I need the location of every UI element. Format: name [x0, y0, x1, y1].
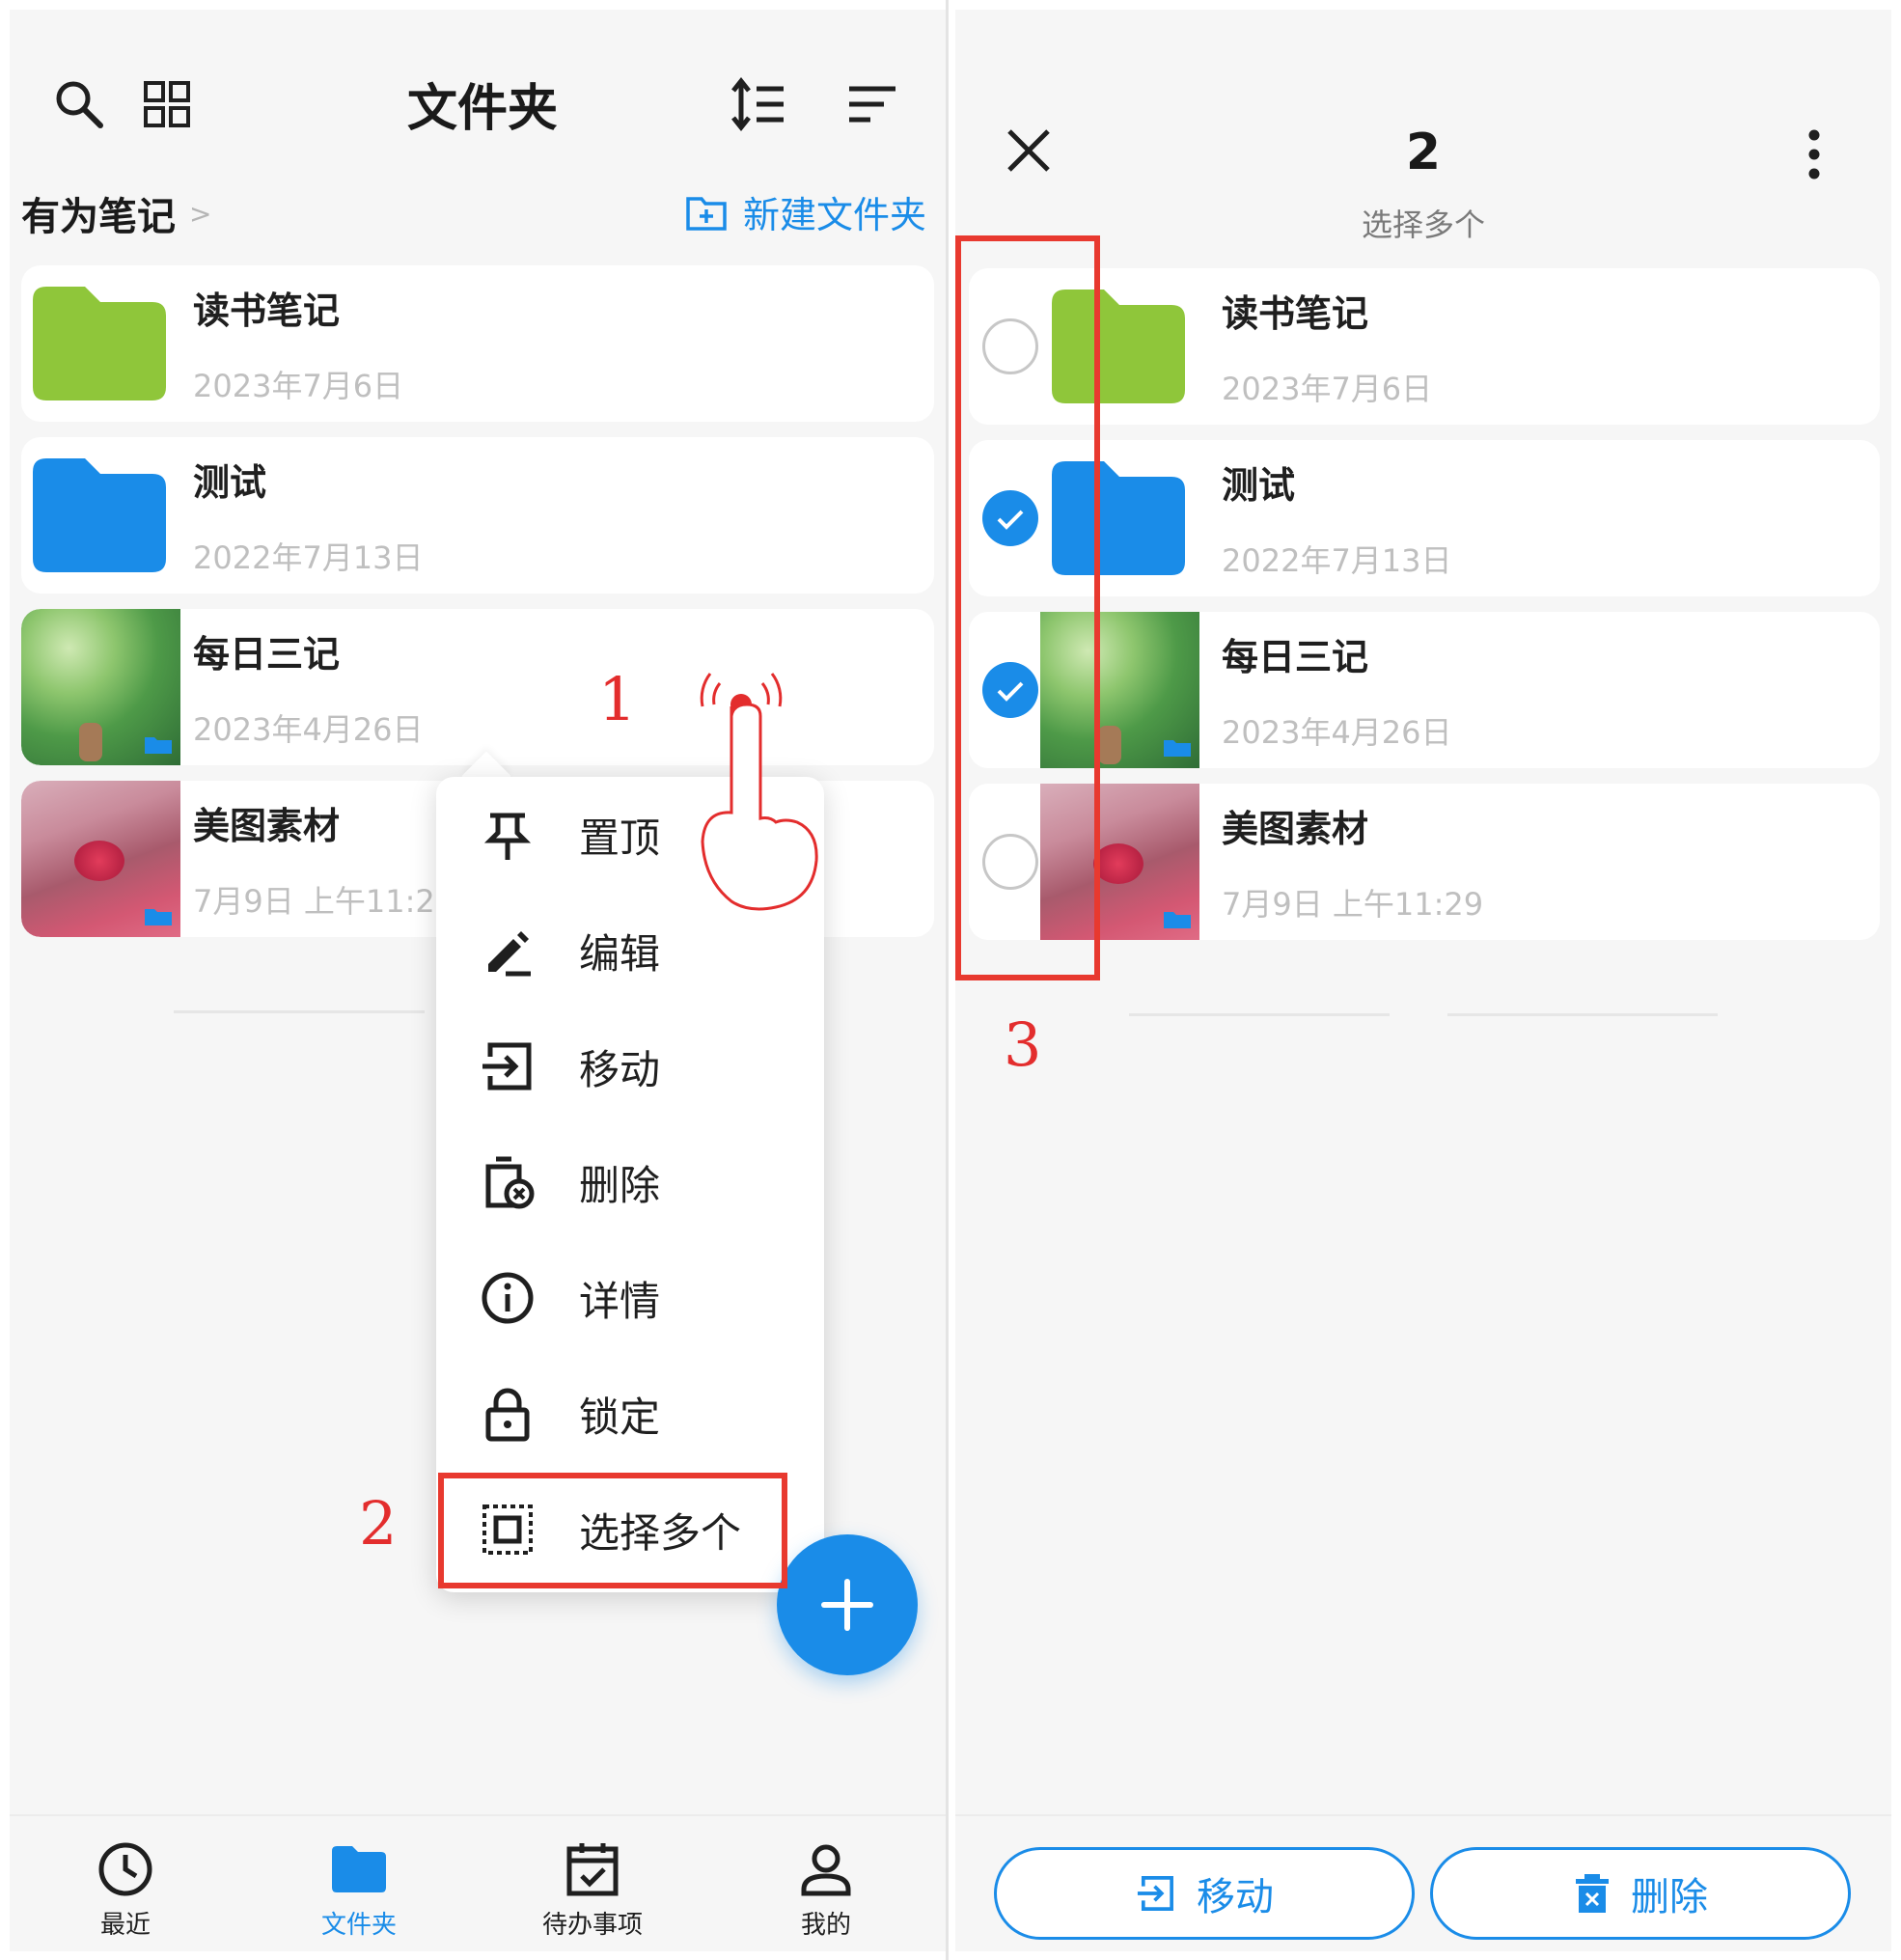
lock-icon — [485, 1388, 530, 1442]
selection-mode-subtitle: 选择多个 — [1361, 207, 1485, 243]
folder-badge-icon — [1164, 740, 1191, 757]
menu-item-label: 编辑 — [579, 929, 661, 978]
delete-icon — [485, 1156, 535, 1209]
item-date: 2023年4月26日 — [1222, 714, 1452, 751]
highlight-checkboxes — [955, 235, 1100, 980]
menu-item-label: 锁定 — [579, 1393, 661, 1441]
info-icon — [482, 1272, 534, 1324]
list-item[interactable]: 测试 2022年7月13日 — [21, 437, 934, 594]
nav-label: 我的 — [800, 1911, 851, 1940]
delete-button[interactable]: 删除 — [1430, 1847, 1851, 1940]
item-name: 美图素材 — [1222, 808, 1369, 850]
item-date: 2023年7月6日 — [1222, 371, 1433, 407]
nav-todo[interactable]: 待办事项 — [506, 1839, 679, 1946]
edit-icon — [488, 931, 531, 977]
nav-label: 最近 — [99, 1911, 151, 1940]
annotation-step-2: 2 — [359, 1488, 398, 1559]
multi-select-screen: 2 选择多个 读书笔记 2023年7月6日 测试 2022年7月13日 每日三记… — [955, 10, 1891, 1951]
menu-item-label: 移动 — [579, 1045, 661, 1093]
plus-icon — [821, 1579, 873, 1631]
close-icon[interactable] — [1002, 124, 1056, 178]
search-icon[interactable] — [50, 75, 108, 133]
folder-blue-icon — [33, 458, 166, 572]
item-name: 读书笔记 — [193, 290, 341, 332]
breadcrumb[interactable]: 有为笔记 > — [21, 185, 211, 241]
selected-count: 2 — [1405, 124, 1442, 181]
breadcrumb-root[interactable]: 有为笔记 — [21, 185, 176, 241]
folder-list-screen: 文件夹 有为笔记 > 新建文件夹 读书笔记 2023年7月6日 测试 2022年… — [10, 10, 946, 1951]
highlight-select-multiple — [438, 1473, 787, 1588]
grid-icon[interactable] — [138, 75, 196, 133]
menu-item-move[interactable]: 移动 — [436, 1008, 824, 1124]
item-name: 每日三记 — [193, 633, 341, 676]
calendar-check-icon — [566, 1843, 619, 1896]
chevron-right-icon: > — [189, 197, 212, 230]
nav-label: 文件夹 — [320, 1911, 397, 1940]
item-date: 2022年7月13日 — [1222, 542, 1452, 579]
folder-badge-icon — [1164, 912, 1191, 928]
menu-item-label: 详情 — [579, 1277, 661, 1325]
sort-order-icon[interactable] — [730, 75, 787, 133]
list-item[interactable]: 测试 2022年7月13日 — [969, 440, 1880, 596]
panel-divider — [946, 0, 949, 1960]
item-name: 读书笔记 — [1222, 292, 1369, 335]
move-icon — [1137, 1876, 1173, 1911]
selection-action-bar: 移动 删除 — [955, 1814, 1891, 1951]
menu-item-label: 置顶 — [579, 814, 661, 862]
item-date: 2023年4月26日 — [193, 711, 424, 748]
folder-icon — [332, 1846, 386, 1892]
item-name: 每日三记 — [1222, 636, 1369, 678]
annotation-step-1: 1 — [598, 664, 637, 734]
nav-folders[interactable]: 文件夹 — [272, 1839, 446, 1946]
new-folder-label: 新建文件夹 — [742, 194, 926, 236]
move-icon — [482, 1042, 532, 1090]
add-button[interactable] — [777, 1534, 918, 1675]
page-title: 文件夹 — [406, 80, 558, 138]
bottom-nav: 最近 文件夹 待办事项 我的 — [10, 1814, 946, 1951]
nav-profile[interactable]: 我的 — [739, 1839, 913, 1946]
menu-item-details[interactable]: 详情 — [436, 1240, 824, 1356]
clock-icon — [98, 1842, 152, 1896]
annotation-step-3: 3 — [1004, 1009, 1042, 1080]
trash-icon — [1576, 1874, 1609, 1913]
person-icon — [801, 1844, 851, 1896]
pin-icon — [483, 813, 532, 860]
menu-item-label: 删除 — [579, 1161, 661, 1209]
item-name: 美图素材 — [193, 805, 341, 847]
nav-label: 待办事项 — [541, 1911, 643, 1940]
filter-icon[interactable] — [843, 75, 901, 133]
item-name: 测试 — [1222, 464, 1296, 507]
list-item[interactable]: 读书笔记 2023年7月6日 — [21, 265, 934, 422]
menu-item-delete[interactable]: 删除 — [436, 1124, 824, 1240]
move-button-label: 移动 — [1197, 1875, 1274, 1919]
more-vertical-icon[interactable] — [1805, 127, 1824, 181]
item-date: 7月9日 上午11:29 — [1222, 886, 1484, 923]
new-folder-button[interactable]: 新建文件夹 — [685, 185, 926, 238]
list-end-divider — [174, 1010, 425, 1013]
move-button[interactable]: 移动 — [994, 1847, 1415, 1940]
item-name: 测试 — [193, 461, 267, 504]
folder-badge-icon — [145, 909, 172, 925]
item-date: 7月9日 上午11:2 — [193, 883, 435, 920]
list-end-divider — [1447, 1013, 1718, 1016]
delete-button-label: 删除 — [1631, 1875, 1708, 1919]
list-item[interactable]: 读书笔记 2023年7月6日 — [969, 268, 1880, 425]
list-item[interactable]: 美图素材 7月9日 上午11:29 — [969, 784, 1880, 940]
item-date: 2023年7月6日 — [193, 368, 404, 404]
menu-item-lock[interactable]: 锁定 — [436, 1356, 824, 1472]
folder-green-icon — [33, 287, 166, 400]
item-date: 2022年7月13日 — [193, 539, 424, 576]
new-folder-icon — [686, 196, 727, 231]
tap-gesture-icon — [700, 673, 818, 911]
list-item[interactable]: 每日三记 2023年4月26日 — [969, 612, 1880, 768]
list-end-divider — [1129, 1013, 1390, 1016]
folder-badge-icon — [145, 737, 172, 754]
nav-recent[interactable]: 最近 — [39, 1839, 212, 1946]
